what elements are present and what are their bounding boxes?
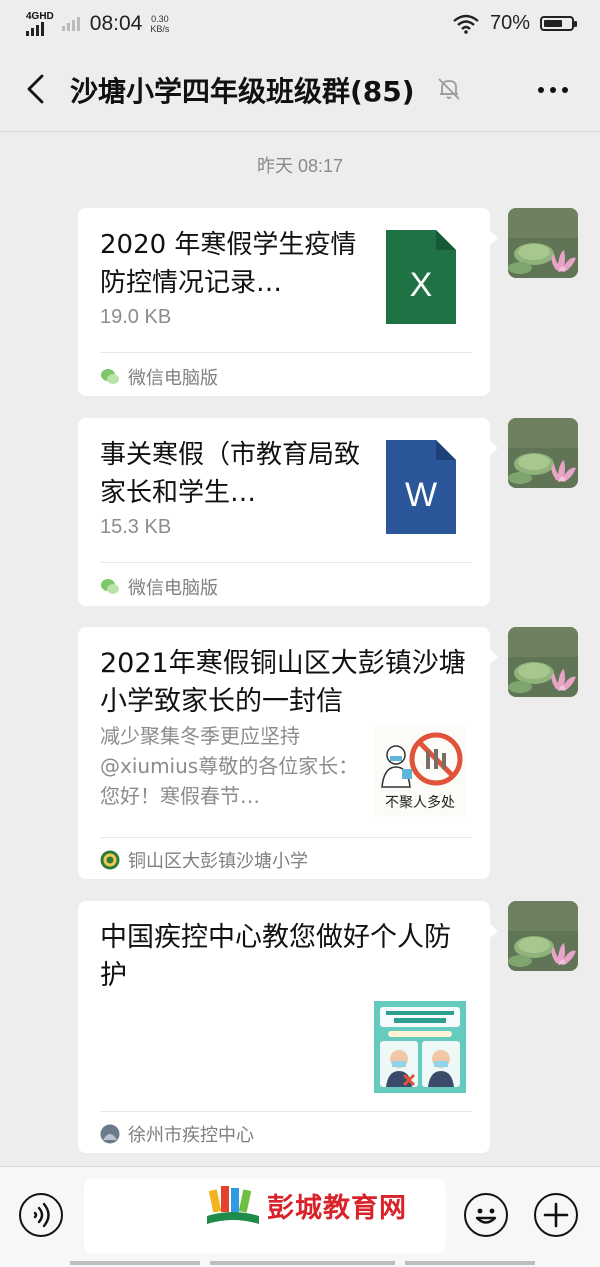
source-label: 铜山区大彭镇沙塘小学 [128,851,308,872]
battery-percent: 70% [489,12,530,34]
back-icon[interactable] [20,72,54,106]
card-source: 微信电脑版 [100,574,218,600]
file-message-card[interactable]: 2020 年寒假学生疫情防控情况记录… 19.0 KB X 微信电脑版 [78,208,498,396]
link-message-card[interactable]: 2021年寒假铜山区大彭镇沙塘小学致家长的一封信 减少聚集冬季更应坚持@xium… [78,627,498,879]
card-divider [100,562,472,563]
emoji-button[interactable] [464,1193,508,1237]
clock: 08:04 [89,12,143,35]
network-speed: 0.30 KB/s [150,14,170,34]
sender-avatar[interactable] [508,208,578,278]
emoji-icon [475,1208,497,1224]
svg-text:W: W [405,476,437,514]
card-source: 铜山区大彭镇沙塘小学 [100,847,308,873]
source-label: 徐州市疾控中心 [128,1125,254,1146]
plus-icon [543,1202,569,1228]
watermark-logo: 彭城教育网 [205,1184,420,1232]
gesture-bar [70,1261,535,1265]
watermark-text: 彭城教育网 [267,1193,407,1224]
lotus-avatar-image [508,208,578,278]
status-bar: 4GHD 08:04 0.30 KB/s 70% [0,0,600,48]
battery-fill [544,20,563,27]
card-divider [100,352,472,353]
sender-avatar[interactable] [508,418,578,488]
lotus-avatar-image [508,418,578,488]
school-emblem-icon [100,850,120,870]
link-message-card[interactable]: 中国疾控中心教您做好个人防护 徐州市疾控中心 [78,901,498,1153]
card-divider [100,837,472,838]
cdc-logo-icon [100,1124,120,1144]
book-logo-icon [207,1186,259,1224]
excel-icon: X [386,230,456,324]
plus-button[interactable] [534,1193,578,1237]
file-title: 事关寒假（市教育局致家长和学生… [100,440,361,508]
card-source: 微信电脑版 [100,364,218,390]
wechat-icon [101,579,119,594]
network-type: 4GHD [26,11,54,22]
battery-icon [540,16,577,31]
link-title: 2021年寒假铜山区大彭镇沙塘小学致家长的一封信 [100,648,466,717]
word-icon: W [386,440,456,534]
no-gathering-thumbnail: 不聚人多处 [374,725,466,817]
wechat-icon [101,369,119,384]
source-label: 微信电脑版 [128,578,218,599]
chat-title: 沙塘小学四年级班级群(85) [70,75,415,108]
wifi-icon [453,14,479,34]
lotus-avatar-image [508,901,578,971]
svg-text:不聚人多处: 不聚人多处 [385,794,455,811]
link-title: 中国疾控中心教您做好个人防护 [100,922,451,991]
file-message-card[interactable]: 事关寒假（市教育局致家长和学生… 15.3 KB W 微信电脑版 [78,418,498,606]
voice-button[interactable] [19,1193,63,1237]
signal-icon: 4GHD [26,12,54,36]
svg-text:X: X [410,266,433,304]
file-size: 19.0 KB [100,306,172,328]
chat-header: 沙塘小学四年级班级群(85) [0,48,600,132]
sender-avatar[interactable] [508,627,578,697]
voice-icon [33,1202,50,1228]
mute-bell-icon [438,78,460,100]
file-title: 2020 年寒假学生疫情防控情况记录… [100,230,357,298]
protection-guide-thumbnail [374,1001,466,1093]
signal-icon-secondary [61,17,80,31]
header-divider [0,131,600,132]
more-icon[interactable] [536,80,570,100]
link-description: 减少聚集冬季更应坚持@xiumius尊敬的各位家长：您好！寒假春节… [100,724,359,808]
card-divider [100,1111,472,1112]
source-label: 微信电脑版 [128,368,218,389]
file-size: 15.3 KB [100,516,172,538]
card-source: 徐州市疾控中心 [100,1121,254,1147]
lotus-avatar-image [508,627,578,697]
message-timestamp: 昨天 08:17 [256,156,344,176]
sender-avatar[interactable] [508,901,578,971]
